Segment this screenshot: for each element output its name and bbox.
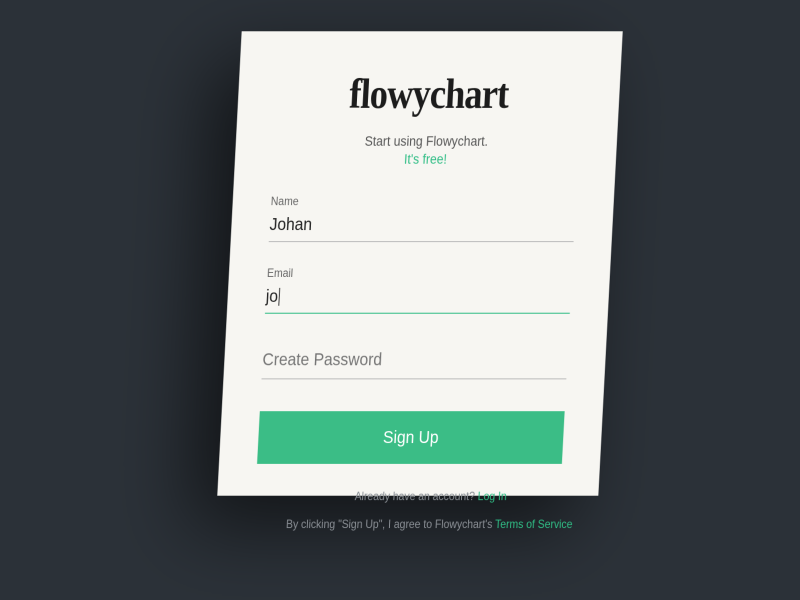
- email-value: jo: [265, 286, 278, 306]
- tagline-text: Start using Flowychart.: [274, 133, 580, 149]
- password-input[interactable]: [261, 338, 568, 380]
- login-link[interactable]: Log In: [477, 489, 507, 503]
- terms-prefix-text: By clicking "Sign Up", I agree to Flowyc…: [286, 517, 496, 531]
- terms-link[interactable]: Terms of Service: [495, 517, 573, 531]
- email-input[interactable]: jo: [265, 282, 572, 314]
- password-field-group: [261, 338, 568, 380]
- already-account-text: Already have an account?: [354, 489, 478, 503]
- name-field-group: Name: [269, 194, 576, 242]
- signup-card: flowychart Start using Flowychart. It's …: [217, 31, 622, 495]
- email-field-group: Email jo: [265, 266, 572, 314]
- name-label: Name: [270, 194, 576, 208]
- email-label: Email: [267, 266, 573, 280]
- signup-button[interactable]: Sign Up: [257, 411, 565, 464]
- name-input[interactable]: [269, 210, 576, 242]
- brand-logo: flowychart: [275, 71, 582, 119]
